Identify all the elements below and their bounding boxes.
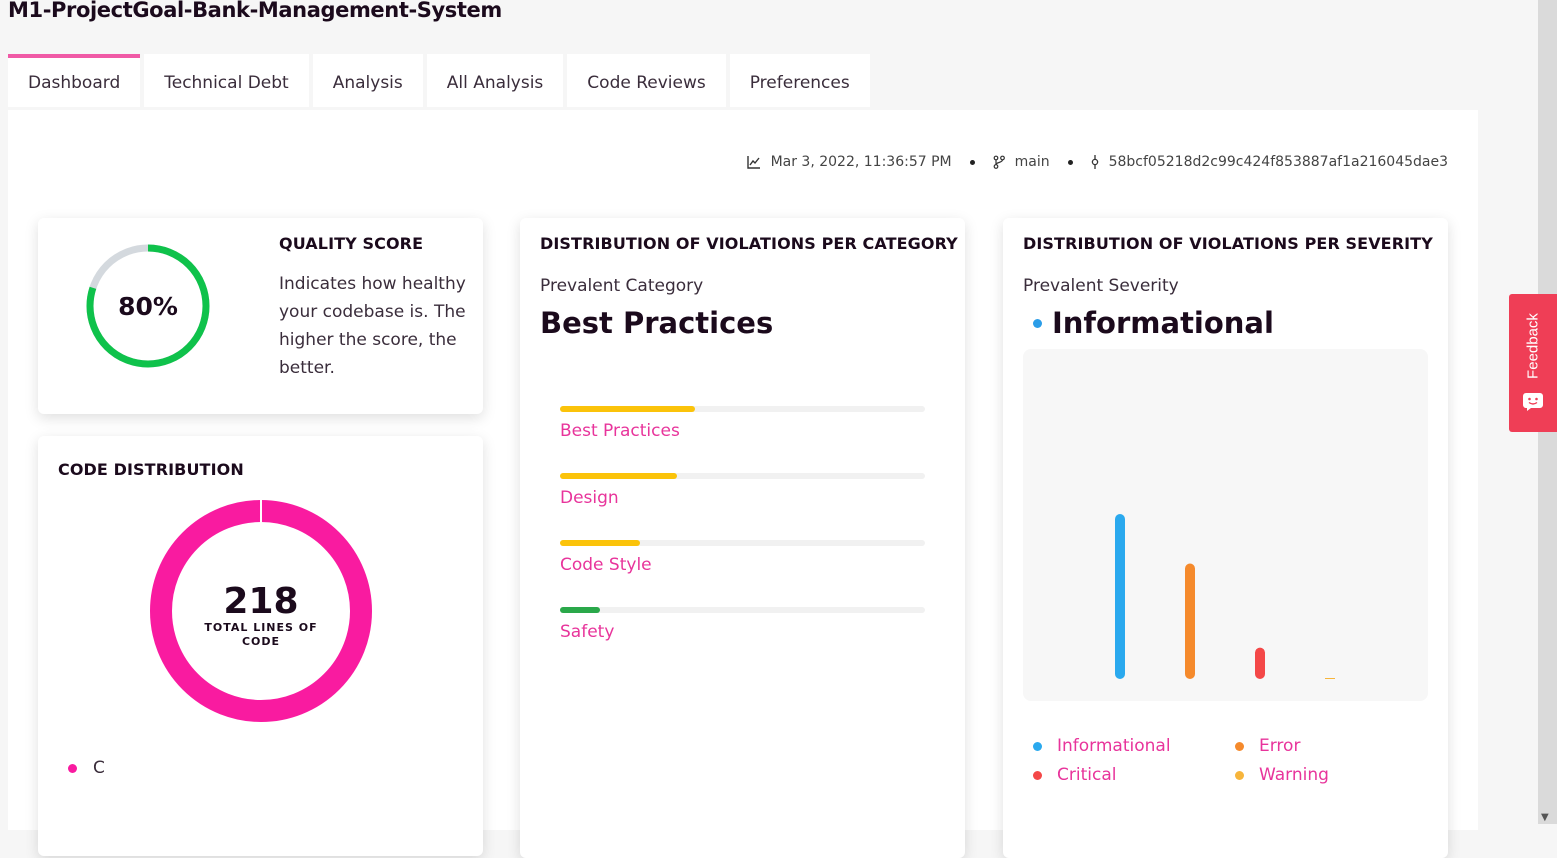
legend-item-error[interactable]: Error xyxy=(1235,736,1425,756)
tab-code-reviews[interactable]: Code Reviews xyxy=(567,54,726,107)
bar-fill xyxy=(560,473,677,479)
feedback-smile-icon xyxy=(1523,393,1543,411)
total-lines-label-line1: TOTAL LINES OF xyxy=(204,621,317,634)
legend-dot-error xyxy=(1235,741,1244,751)
legend-label-c: C xyxy=(93,758,105,778)
quality-score-value: 80% xyxy=(118,292,178,321)
legend-dot-informational xyxy=(1033,741,1042,751)
quality-score-description: Indicates how healthy your codebase is. … xyxy=(279,274,466,378)
commit-hash: 58bcf05218d2c99c424f853887af1a216045dae3 xyxy=(1108,154,1448,170)
bar-label[interactable]: Safety xyxy=(560,622,925,642)
feedback-button[interactable]: Feedback xyxy=(1509,294,1557,432)
chart-line-icon xyxy=(746,156,760,169)
prevalent-severity-label: Prevalent Severity xyxy=(1023,276,1179,296)
legend-item-warning[interactable]: Warning xyxy=(1235,765,1425,785)
bar-label[interactable]: Best Practices xyxy=(560,421,925,441)
legend-item-critical[interactable]: Critical xyxy=(1033,765,1235,785)
bar-label[interactable]: Design xyxy=(560,488,925,508)
analysis-meta: Mar 3, 2022, 11:36:57 PM main 58bcf05218… xyxy=(746,154,1448,170)
branch-name: main xyxy=(1014,154,1050,170)
feedback-label: Feedback xyxy=(1524,313,1542,379)
dashboard-panel: Mar 3, 2022, 11:36:57 PM main 58bcf05218… xyxy=(8,110,1478,858)
bar-fill xyxy=(560,607,601,613)
separator-dot xyxy=(1067,159,1073,165)
bar-track xyxy=(560,607,925,613)
code-distribution-legend: C xyxy=(68,758,105,778)
legend-label-critical: Critical xyxy=(1057,765,1117,785)
total-lines-label-line2: CODE xyxy=(242,635,280,648)
bar-fill xyxy=(560,406,696,412)
code-distribution-card: CODE DISTRIBUTION 218 TOTAL LINES OF COD… xyxy=(38,436,483,856)
severity-bar-informational[interactable] xyxy=(1115,514,1125,679)
quality-score-card: 80% QUALITY SCORE Indicates how healthy … xyxy=(38,218,483,414)
severity-bar-critical[interactable] xyxy=(1255,647,1265,679)
legend-item-informational[interactable]: Informational xyxy=(1033,736,1235,756)
category-bar-design[interactable]: Design xyxy=(560,473,925,508)
quality-score-ring: 80% xyxy=(86,244,210,368)
code-distribution-title: CODE DISTRIBUTION xyxy=(58,460,244,479)
tab-technical-debt[interactable]: Technical Debt xyxy=(144,54,309,107)
legend-dot-c xyxy=(68,763,77,773)
legend-label-informational: Informational xyxy=(1057,736,1171,756)
prevalent-severity-dot xyxy=(1033,318,1042,328)
legend-label-warning: Warning xyxy=(1259,765,1329,785)
severity-legend: Informational Error Critical Warning xyxy=(1033,736,1433,785)
prevalent-category-label: Prevalent Category xyxy=(540,276,704,296)
severity-chart-svg xyxy=(1115,514,1335,680)
category-distribution-title: DISTRIBUTION OF VIOLATIONS PER CATEGORY xyxy=(540,234,958,253)
legend-label-error: Error xyxy=(1259,736,1301,756)
bar-label[interactable]: Code Style xyxy=(560,555,925,575)
scroll-down-arrow-icon[interactable]: ▼ xyxy=(1541,812,1549,823)
category-bar-safety[interactable]: Safety xyxy=(560,607,925,642)
project-title: M1-ProjectGoal-Bank-Management-System xyxy=(8,0,502,22)
bar-track xyxy=(560,540,925,546)
tab-bar: Dashboard Technical Debt Analysis All An… xyxy=(8,54,870,107)
separator-dot xyxy=(969,159,975,165)
prevalent-severity: Informational xyxy=(1033,306,1274,340)
bar-track xyxy=(560,406,925,412)
severity-bar-error[interactable] xyxy=(1185,563,1195,680)
tab-preferences[interactable]: Preferences xyxy=(729,54,870,107)
legend-dot-warning xyxy=(1235,770,1244,780)
category-bar-best-practices[interactable]: Best Practices xyxy=(560,406,925,441)
analysis-date: Mar 3, 2022, 11:36:57 PM xyxy=(770,154,952,170)
severity-bar-chart xyxy=(1023,349,1428,701)
category-distribution-card: DISTRIBUTION OF VIOLATIONS PER CATEGORY … xyxy=(520,218,965,858)
tab-all-analysis[interactable]: All Analysis xyxy=(426,54,564,107)
tab-dashboard[interactable]: Dashboard xyxy=(8,54,141,107)
prevalent-severity-value: Informational xyxy=(1052,306,1274,340)
tab-analysis[interactable]: Analysis xyxy=(312,54,423,107)
git-branch-icon xyxy=(993,155,1005,169)
legend-dot-critical xyxy=(1033,770,1042,780)
prevalent-category-value: Best Practices xyxy=(540,306,774,340)
severity-distribution-card: DISTRIBUTION OF VIOLATIONS PER SEVERITY … xyxy=(1003,218,1448,858)
code-distribution-donut: 218 TOTAL LINES OF CODE xyxy=(150,498,372,722)
total-lines-value: 218 xyxy=(223,581,298,622)
category-bar-code-style[interactable]: Code Style xyxy=(560,540,925,575)
bar-fill xyxy=(560,540,641,546)
quality-score-title: QUALITY SCORE xyxy=(279,234,424,253)
git-commit-icon xyxy=(1091,155,1098,169)
severity-bar-warning[interactable] xyxy=(1325,678,1335,679)
bar-track xyxy=(560,473,925,479)
severity-distribution-title: DISTRIBUTION OF VIOLATIONS PER SEVERITY xyxy=(1023,234,1433,253)
